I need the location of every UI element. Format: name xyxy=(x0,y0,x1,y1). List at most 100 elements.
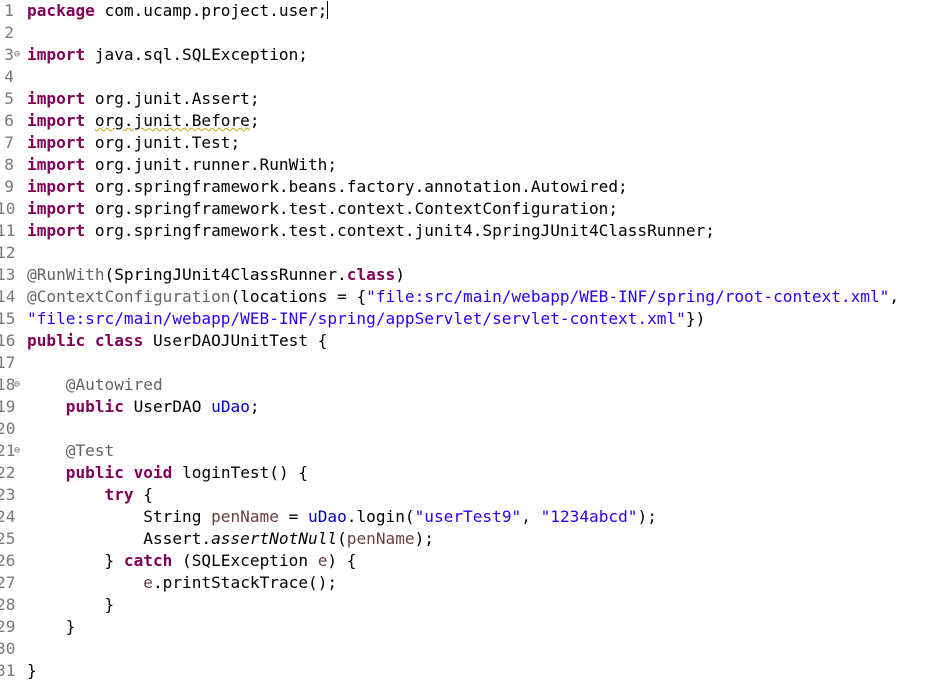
code-token: uDao xyxy=(308,507,347,526)
code-text: } xyxy=(27,616,76,638)
line-number: 4 xyxy=(4,67,14,86)
line-number: 5 xyxy=(4,89,14,108)
code-token: penName xyxy=(346,529,415,548)
line-number: 23 xyxy=(0,485,16,504)
line-number: 6 xyxy=(4,111,14,130)
code-token: @Autowired xyxy=(65,375,163,394)
code-token: public xyxy=(65,463,124,482)
code-token: , xyxy=(889,287,900,306)
code-token: @ContextConfiguration xyxy=(27,287,231,306)
code-token: (SQLException xyxy=(172,551,318,570)
line-number: 29 xyxy=(0,617,16,636)
line-number: 10 xyxy=(0,199,16,218)
line-number: 19 xyxy=(0,397,16,416)
code-token: } xyxy=(27,595,115,614)
code-token: @Test xyxy=(65,441,115,460)
line-number: 17 xyxy=(0,353,16,372)
code-token: Assert. xyxy=(27,529,212,548)
code-token: } xyxy=(27,551,124,570)
line-number: 20 xyxy=(0,419,16,438)
line-number: 25 xyxy=(0,529,16,548)
code-text: import org.junit.Test; xyxy=(27,132,240,154)
code-token: String xyxy=(27,507,212,526)
line-number: 18 xyxy=(0,375,16,394)
code-text: import org.junit.Assert; xyxy=(27,88,260,110)
code-token: com.ucamp.project.user; xyxy=(94,1,328,20)
line-number: 15 xyxy=(0,309,16,328)
code-text: @Test xyxy=(27,440,114,462)
code-token: } xyxy=(27,661,37,680)
line-number: 1 xyxy=(4,1,14,20)
code-token: assertNotNull xyxy=(211,529,338,548)
code-token: "1234abcd" xyxy=(540,507,638,526)
code-text: } catch (SQLException e) { xyxy=(27,550,357,572)
code-text: try { xyxy=(27,484,153,506)
code-token: = xyxy=(278,507,309,526)
fold-toggle-icon[interactable]: ⊖ xyxy=(14,44,24,66)
line-number: 30 xyxy=(0,639,16,658)
code-text: import org.springframework.test.context.… xyxy=(27,198,618,220)
code-token: ); xyxy=(637,507,657,526)
code-text: @ContextConfiguration(locations = {"file… xyxy=(27,286,899,308)
code-token: loginTest() { xyxy=(172,463,309,482)
code-text: import org.junit.Before; xyxy=(27,110,260,132)
line-number: 7 xyxy=(4,133,14,152)
code-token: try xyxy=(104,485,134,504)
code-text: public void loginTest() { xyxy=(27,462,308,484)
code-token: penName xyxy=(211,507,279,526)
code-text: Assert.assertNotNull(penName); xyxy=(27,528,434,550)
code-token: { xyxy=(133,485,153,504)
line-number: 14 xyxy=(0,287,16,306)
code-text: import org.springframework.beans.factory… xyxy=(27,176,628,198)
code-token: org.junit.Test; xyxy=(85,133,241,152)
code-text: } xyxy=(27,660,37,682)
fold-toggle-icon[interactable]: ⊖ xyxy=(14,374,24,396)
code-token: ( xyxy=(337,529,347,548)
code-token: void xyxy=(133,463,173,482)
code-token: org.junit.Assert; xyxy=(85,89,260,108)
line-number: 9 xyxy=(4,177,14,196)
code-token: class xyxy=(346,265,396,284)
code-text: String penName = uDao.login("userTest9",… xyxy=(27,506,657,528)
code-token: .printStackTrace(); xyxy=(152,573,338,592)
code-token: "userTest9" xyxy=(414,507,522,526)
code-token: org.springframework.test.context.Context… xyxy=(85,199,619,218)
line-number: 2 xyxy=(4,23,14,42)
code-token: ; xyxy=(249,111,260,130)
code-token: (SpringJUnit4ClassRunner. xyxy=(104,265,347,284)
code-token: ; xyxy=(249,397,260,416)
code-token: java.sql.SQLException; xyxy=(85,45,308,64)
code-text: public class UserDAOJUnitTest { xyxy=(27,330,327,352)
code-token: org.springframework.beans.factory.annota… xyxy=(85,177,628,196)
code-token: import xyxy=(27,199,86,218)
code-token: import xyxy=(27,133,86,152)
code-text: "file:src/main/webapp/WEB-INF/spring/app… xyxy=(27,308,705,330)
code-token: } xyxy=(27,617,76,636)
line-number: 16 xyxy=(0,331,16,350)
code-token: org.springframework.test.context.junit4.… xyxy=(85,221,715,240)
code-token: "file:src/main/webapp/WEB-INF/spring/roo… xyxy=(366,287,890,306)
text-caret xyxy=(327,1,329,19)
line-number: 22 xyxy=(0,463,16,482)
fold-toggle-icon[interactable]: ⊖ xyxy=(14,440,24,462)
code-token: ); xyxy=(414,529,434,548)
code-token: import xyxy=(27,155,86,174)
code-token: package xyxy=(27,1,95,20)
line-number: 13 xyxy=(0,265,16,284)
code-token: UserDAO xyxy=(123,397,212,416)
code-text: @Autowired xyxy=(27,374,163,396)
code-token: catch xyxy=(123,551,173,570)
code-token: }) xyxy=(685,309,706,328)
code-editor[interactable]: 1 package com.ucamp.project.user; 2 3 ⊖ impor… xyxy=(0,0,944,683)
code-token: org.junit.Before xyxy=(94,111,250,130)
code-token: @RunWith xyxy=(27,265,105,284)
code-text: e.printStackTrace(); xyxy=(27,572,337,594)
